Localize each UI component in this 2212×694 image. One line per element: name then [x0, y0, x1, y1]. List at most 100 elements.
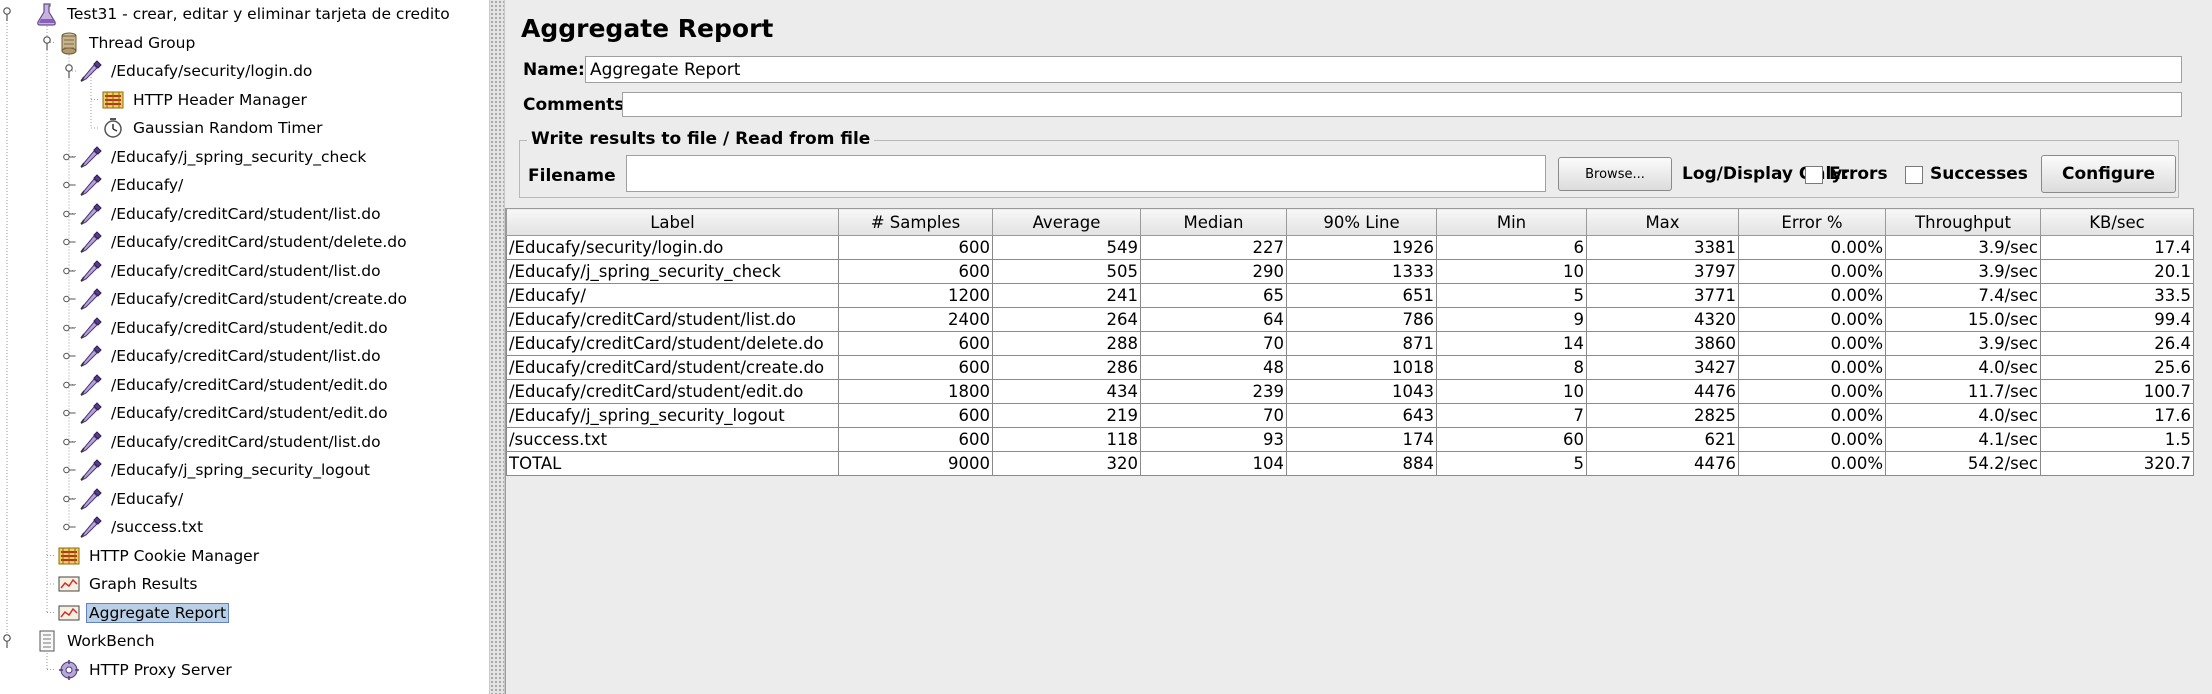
expand-handle-icon[interactable] [63, 436, 75, 448]
table-cell: 320 [992, 451, 1141, 476]
expand-handle-icon[interactable] [63, 407, 75, 419]
table-cell: 549 [992, 235, 1141, 260]
tree-node[interactable]: /Educafy/j_spring_security_logout [78, 457, 373, 483]
tree-node[interactable]: /Educafy/j_spring_security_check [78, 144, 369, 170]
tree-node[interactable]: HTTP Cookie Manager [56, 543, 262, 569]
expand-handle-icon[interactable] [63, 208, 75, 220]
browse-button[interactable]: Browse... [1558, 157, 1672, 191]
tree-node[interactable]: /Educafy/ [78, 486, 186, 512]
tree-node[interactable]: /Educafy/creditCard/student/create.do [78, 286, 410, 312]
table-row[interactable]: /Educafy/creditCard/student/edit.do 1800 4… [506, 379, 2194, 404]
expand-handle-icon[interactable] [63, 322, 75, 334]
tree-node[interactable]: /Educafy/creditCard/student/edit.do [78, 315, 391, 341]
tree-node[interactable]: Graph Results [56, 571, 200, 597]
column-header[interactable]: Max [1586, 208, 1739, 236]
column-header[interactable]: # Samples [838, 208, 993, 236]
tree-node[interactable]: /Educafy/security/login.do [78, 58, 315, 84]
tree-node[interactable]: Thread Group [56, 30, 198, 56]
table-row[interactable]: /Educafy/creditCard/student/create.do 600… [506, 355, 2194, 380]
split-pane-divider[interactable] [489, 0, 505, 694]
table-cell: 17.4 [2040, 235, 2194, 260]
table-row[interactable]: /Educafy/creditCard/student/list.do 2400 2… [506, 307, 2194, 332]
table-cell: 3381 [1586, 235, 1739, 260]
table-row[interactable]: /Educafy/j_spring_security_logout 600 219 7… [506, 403, 2194, 428]
table-row[interactable]: /success.txt 600 118 93 174 60 621 0.00% 4.1/sec… [506, 427, 2194, 452]
table-cell: 600 [838, 403, 993, 428]
table-cell: 4.1/sec [1885, 427, 2041, 452]
table-cell: 118 [992, 427, 1141, 452]
tree-node[interactable]: Gaussian Random Timer [100, 115, 325, 141]
table-cell: 0.00% [1738, 283, 1886, 308]
table-cell: 219 [992, 403, 1141, 428]
tree-node[interactable]: /Educafy/creditCard/student/delete.do [78, 229, 410, 255]
proxy-server-icon [56, 657, 82, 683]
collapse-handle-icon[interactable] [1, 7, 13, 21]
table-cell: 174 [1286, 427, 1437, 452]
tree-node[interactable]: Test31 - crear, editar y eliminar tarjet… [34, 1, 453, 27]
tree-node[interactable]: /Educafy/creditCard/student/edit.do [78, 400, 391, 426]
collapse-handle-icon[interactable] [41, 35, 53, 50]
column-header[interactable]: 90% Line [1286, 208, 1437, 236]
table-row[interactable]: /Educafy/security/login.do 600 549 227 1926 6… [506, 235, 2194, 260]
table-cell: 1333 [1286, 259, 1437, 284]
test-plan-tree[interactable]: Test31 - crear, editar y eliminar tarjet… [0, 0, 489, 694]
column-header[interactable]: Average [992, 208, 1141, 236]
sampler-pipette-icon [78, 286, 104, 312]
aggregate-results-table: Label # Samples Average Median 90% Line Min Ma… [506, 208, 2194, 476]
column-header[interactable]: Throughput [1885, 208, 2041, 236]
tree-node-label: /Educafy/j_spring_security_logout [111, 461, 370, 479]
column-header[interactable]: KB/sec [2040, 208, 2194, 236]
expand-handle-icon[interactable] [63, 350, 75, 362]
tree-node[interactable]: /Educafy/creditCard/student/edit.do [78, 372, 391, 398]
tree-node[interactable]: HTTP Proxy Server [56, 657, 235, 683]
collapse-handle-icon[interactable] [63, 64, 75, 78]
successes-checkbox[interactable] [1905, 166, 1923, 184]
expand-handle-icon[interactable] [63, 179, 75, 191]
table-cell: 4476 [1586, 451, 1739, 476]
comments-field[interactable] [622, 92, 2182, 117]
tree-node[interactable]: /Educafy/creditCard/student/list.do [78, 258, 384, 284]
name-field[interactable] [585, 56, 2182, 83]
tree-node[interactable]: Aggregate Report [56, 600, 230, 626]
table-row[interactable]: /Educafy/1200 241 65 651 5 3771 0.00% 7.4/sec 33… [506, 283, 2194, 308]
table-cell: 0.00% [1738, 427, 1886, 452]
expand-handle-icon[interactable] [63, 151, 75, 163]
table-cell: 14 [1436, 331, 1587, 356]
row-label-cell: /Educafy/ [506, 283, 839, 308]
tree-node[interactable]: /Educafy/creditCard/student/list.do [78, 343, 384, 369]
tree-node[interactable]: WorkBench [34, 628, 158, 654]
tree-node[interactable]: /Educafy/creditCard/student/list.do [78, 201, 384, 227]
column-header[interactable]: Min [1436, 208, 1587, 236]
expand-handle-icon[interactable] [63, 464, 75, 476]
table-row[interactable]: /Educafy/j_spring_security_check 600 505 29… [506, 259, 2194, 284]
table-cell: 3797 [1586, 259, 1739, 284]
table-row[interactable]: /Educafy/creditCard/student/delete.do 600… [506, 331, 2194, 356]
row-label-cell: /Educafy/creditCard/student/list.do [506, 307, 839, 332]
expand-handle-icon[interactable] [63, 293, 75, 305]
column-header[interactable]: Label [506, 208, 839, 236]
row-label-cell: /Educafy/security/login.do [506, 235, 839, 260]
expand-handle-icon[interactable] [63, 379, 75, 391]
table-cell: 239 [1140, 379, 1287, 404]
table-cell: 1800 [838, 379, 993, 404]
tree-node[interactable]: /Educafy/ [78, 172, 186, 198]
tree-node[interactable]: HTTP Header Manager [100, 87, 310, 113]
column-header[interactable]: Error % [1738, 208, 1886, 236]
table-cell: 4476 [1586, 379, 1739, 404]
tree-node[interactable]: /Educafy/creditCard/student/list.do [78, 429, 384, 455]
expand-handle-icon[interactable] [63, 521, 75, 533]
expand-handle-icon[interactable] [63, 265, 75, 277]
column-header[interactable]: Median [1140, 208, 1287, 236]
table-row[interactable]: TOTAL 9000 320 104 884 5 4476 0.00% 54.2/sec 320.… [506, 451, 2194, 476]
table-cell: 1200 [838, 283, 993, 308]
tree-node[interactable]: /success.txt [78, 514, 206, 540]
filename-field[interactable] [626, 155, 1546, 192]
collapse-handle-icon[interactable] [1, 634, 13, 648]
expand-handle-icon[interactable] [63, 493, 75, 505]
table-cell: 884 [1286, 451, 1437, 476]
configure-button[interactable]: Configure [2041, 155, 2176, 193]
table-cell: 621 [1586, 427, 1739, 452]
expand-handle-icon[interactable] [63, 236, 75, 248]
sampler-pipette-icon [78, 372, 104, 398]
errors-checkbox[interactable] [1805, 166, 1823, 184]
